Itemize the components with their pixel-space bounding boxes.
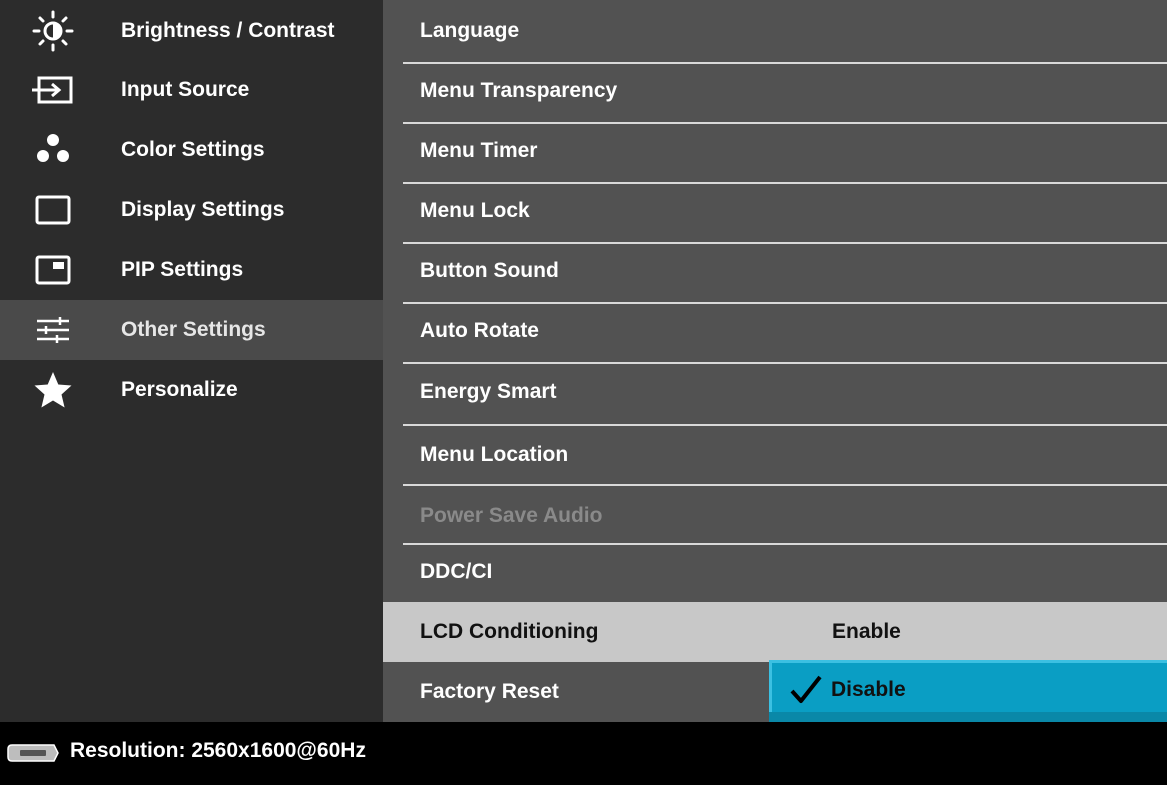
option-disable-label: Disable (831, 678, 906, 701)
submenu-item-label: Auto Rotate (420, 319, 539, 342)
option-disable[interactable]: Disable (769, 660, 1167, 722)
menu-item-label: Display Settings (121, 198, 285, 221)
display-settings-icon (30, 188, 76, 232)
menu-item-other-settings[interactable]: Other Settings (0, 300, 383, 360)
submenu-item-label: LCD Conditioning (420, 620, 599, 643)
color-settings-icon (30, 128, 76, 172)
submenu-item-power-save-audio: Power Save Audio (383, 486, 1167, 546)
submenu-item-lcd-conditioning[interactable]: LCD Conditioning Enable (383, 602, 1167, 662)
status-bar: Resolution: 2560x1600@60Hz (0, 722, 1167, 785)
menu-item-label: Brightness / Contrast (121, 19, 335, 42)
resolution-text: Resolution: 2560x1600@60Hz (70, 739, 366, 762)
menu-item-pip-settings[interactable]: PIP Settings (0, 240, 383, 300)
pip-icon (30, 248, 76, 292)
submenu-item-energy-smart[interactable]: Energy Smart (383, 362, 1167, 422)
submenu-item-label: Energy Smart (420, 380, 557, 403)
checkmark-icon (789, 674, 823, 706)
submenu-item-label: Menu Location (420, 443, 569, 466)
menu-item-display-settings[interactable]: Display Settings (0, 180, 383, 240)
submenu-item-menu-location[interactable]: Menu Location (383, 425, 1167, 485)
submenu-item-label: Menu Lock (420, 199, 530, 222)
submenu-item-menu-transparency[interactable]: Menu Transparency (383, 61, 1167, 121)
menu-item-color-settings[interactable]: Color Settings (0, 120, 383, 180)
submenu-item-menu-timer[interactable]: Menu Timer (383, 121, 1167, 181)
submenu-item-label: Menu Transparency (420, 79, 618, 102)
submenu-item-auto-rotate[interactable]: Auto Rotate (383, 301, 1167, 361)
submenu: Language Menu Transparency Menu Timer Me… (383, 0, 1167, 722)
submenu-item-language[interactable]: Language (383, 1, 1167, 61)
option-enable[interactable]: Enable (832, 602, 901, 662)
submenu-item-ddc-ci[interactable]: DDC/CI (383, 542, 1167, 602)
submenu-item-label: Language (420, 19, 520, 42)
menu-item-label: Other Settings (121, 318, 266, 341)
submenu-item-button-sound[interactable]: Button Sound (383, 241, 1167, 301)
brightness-icon (30, 9, 76, 53)
option-shade (769, 712, 1167, 722)
menu-item-input-source[interactable]: Input Source (0, 60, 383, 120)
star-icon (30, 368, 76, 412)
menu-item-label: Color Settings (121, 138, 265, 161)
sliders-icon (30, 308, 76, 352)
menu-item-label: Input Source (121, 78, 250, 101)
menu-item-brightness-contrast[interactable]: Brightness / Contrast (0, 1, 383, 61)
displayport-icon (6, 742, 60, 764)
menu-item-label: Personalize (121, 378, 238, 401)
menu-item-label: PIP Settings (121, 258, 244, 281)
submenu-item-menu-lock[interactable]: Menu Lock (383, 181, 1167, 241)
submenu-item-label: Power Save Audio (420, 504, 603, 527)
main-menu: Brightness / Contrast Input Source Color… (0, 0, 383, 722)
submenu-item-label: Factory Reset (420, 680, 559, 703)
submenu-item-label: Button Sound (420, 259, 559, 282)
submenu-item-label: DDC/CI (420, 560, 493, 583)
submenu-item-label: Menu Timer (420, 139, 538, 162)
menu-item-personalize[interactable]: Personalize (0, 360, 383, 420)
input-source-icon (30, 68, 76, 112)
